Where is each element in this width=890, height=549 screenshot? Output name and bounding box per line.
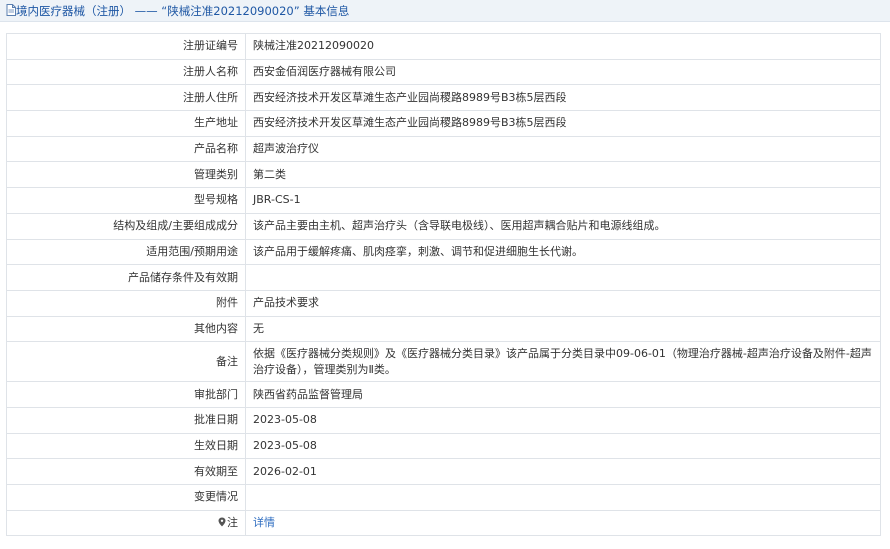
table-row: 其他内容 无 — [6, 315, 881, 343]
row-value: 无 — [245, 315, 881, 343]
row-value: JBR-CS-1 — [245, 187, 881, 214]
row-label: 注册人名称 — [6, 58, 246, 86]
table-row: 批准日期 2023-05-08 — [6, 406, 881, 434]
row-label: 审批部门 — [6, 381, 246, 408]
table-row: 审批部门 陕西省药品监督管理局 — [6, 381, 881, 408]
row-label: 适用范围/预期用途 — [6, 238, 246, 266]
row-label: 变更情况 — [6, 484, 246, 511]
row-label: 生产地址 — [6, 110, 246, 137]
row-label: 其他内容 — [6, 315, 246, 343]
row-value: 西安经济技术开发区草滩生态产业园尚稷路8989号B3栋5层西段 — [245, 110, 881, 137]
row-value: 产品技术要求 — [245, 289, 881, 317]
table-row: 注册人名称 西安金佰润医疗器械有限公司 — [6, 58, 881, 86]
row-value: 西安经济技术开发区草滩生态产业园尚稷路8989号B3栋5层西段 — [245, 84, 881, 112]
table-row: 产品储存条件及有效期 — [6, 264, 881, 291]
row-label: 有效期至 — [6, 458, 246, 485]
table-row: 有效期至 2026-02-01 — [6, 458, 881, 485]
map-pin-icon — [218, 517, 226, 527]
row-value: 该产品主要由主机、超声治疗头（含导联电极线）、医用超声耦合贴片和电源线组成。 — [245, 212, 881, 240]
table-row: 生效日期 2023-05-08 — [6, 432, 881, 460]
row-value: 西安金佰润医疗器械有限公司 — [245, 58, 881, 86]
row-value: 2023-05-08 — [245, 406, 881, 434]
row-value: 超声波治疗仪 — [245, 135, 881, 163]
row-value — [245, 264, 881, 291]
row-value: 第二类 — [245, 161, 881, 189]
table-row-note: 注 详情 — [6, 509, 881, 537]
row-label: 生效日期 — [6, 432, 246, 460]
table-row: 变更情况 — [6, 484, 881, 511]
row-label: 产品名称 — [6, 135, 246, 163]
row-value: 2023-05-08 — [245, 432, 881, 460]
info-table: 注册证编号 陕械注准20212090020 注册人名称 西安金佰润医疗器械有限公… — [6, 33, 881, 537]
row-label: 批准日期 — [6, 406, 246, 434]
row-value: 陕械注准20212090020 — [245, 33, 881, 60]
table-row: 管理类别 第二类 — [6, 161, 881, 189]
table-row: 适用范围/预期用途 该产品用于缓解疼痛、肌肉痉挛，刺激、调节和促进细胞生长代谢。 — [6, 238, 881, 266]
table-row: 生产地址 西安经济技术开发区草滩生态产业园尚稷路8989号B3栋5层西段 — [6, 110, 881, 137]
row-value: 该产品用于缓解疼痛、肌肉痉挛，刺激、调节和促进细胞生长代谢。 — [245, 238, 881, 266]
note-label-cell: 注 — [6, 509, 246, 537]
row-label: 注册人住所 — [6, 84, 246, 112]
document-icon — [6, 4, 16, 16]
table-row: 注册人住所 西安经济技术开发区草滩生态产业园尚稷路8989号B3栋5层西段 — [6, 84, 881, 112]
row-label: 产品储存条件及有效期 — [6, 264, 246, 291]
details-link[interactable]: 详情 — [253, 516, 275, 529]
row-label: 注册证编号 — [6, 33, 246, 60]
table-row: 注册证编号 陕械注准20212090020 — [6, 33, 881, 60]
row-label: 备注 — [6, 341, 246, 383]
table-row: 备注 依据《医疗器械分类规则》及《医疗器械分类目录》该产品属于分类目录中09-0… — [6, 341, 881, 383]
note-label: 注 — [227, 516, 238, 530]
row-label: 型号规格 — [6, 187, 246, 214]
table-row: 附件 产品技术要求 — [6, 289, 881, 317]
row-value: 依据《医疗器械分类规则》及《医疗器械分类目录》该产品属于分类目录中09-06-0… — [245, 341, 881, 383]
row-value: 陕西省药品监督管理局 — [245, 381, 881, 408]
table-row: 结构及组成/主要组成成分 该产品主要由主机、超声治疗头（含导联电极线）、医用超声… — [6, 212, 881, 240]
page-header: 境内医疗器械（注册） —— “陕械注准20212090020” 基本信息 — [0, 0, 890, 22]
row-label: 结构及组成/主要组成成分 — [6, 212, 246, 240]
row-label: 附件 — [6, 289, 246, 317]
page-title: 境内医疗器械（注册） —— “陕械注准20212090020” 基本信息 — [16, 4, 350, 18]
row-value — [245, 484, 881, 511]
row-value: 2026-02-01 — [245, 458, 881, 485]
note-value-cell: 详情 — [245, 509, 881, 537]
table-row: 产品名称 超声波治疗仪 — [6, 135, 881, 163]
table-row: 型号规格 JBR-CS-1 — [6, 187, 881, 214]
row-label: 管理类别 — [6, 161, 246, 189]
